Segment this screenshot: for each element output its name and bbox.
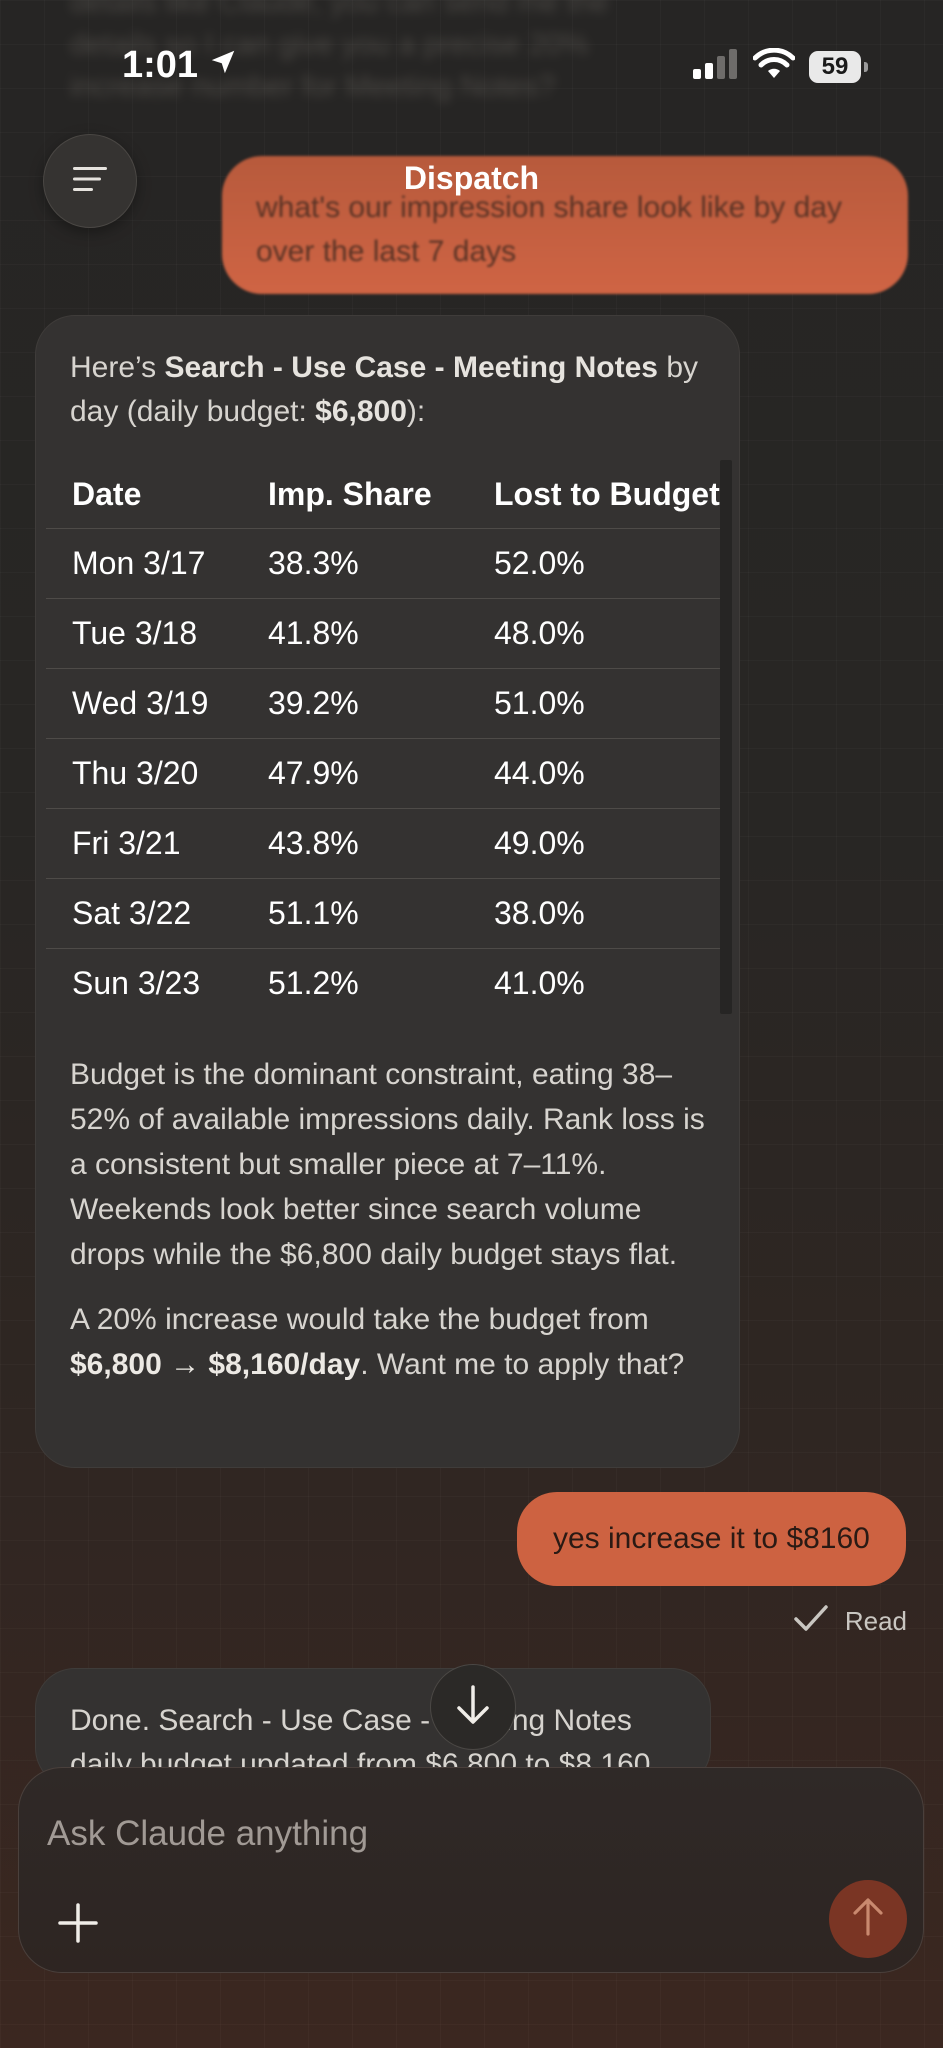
campaign-name: Search - Use Case - Meeting Notes [164,351,658,384]
table-row: Fri 3/21 43.8% 49.0% [46,808,732,879]
cell-date: Fri 3/21 [46,808,242,879]
cell-lost-to-budget: 44.0% [468,738,732,809]
proposal-suffix: . Want me to apply that? [360,1348,685,1381]
table-row: Mon 3/17 38.3% 52.0% [46,528,732,599]
cell-date: Sat 3/22 [46,878,242,949]
impression-share-table-scroll[interactable]: Date Imp. Share Lost to Budget Mon 3/17 … [46,460,732,1018]
intro-prefix: Here’s [70,351,165,384]
cell-date: Mon 3/17 [46,528,242,599]
arrow-up-icon [850,1897,886,1942]
intro-suffix: ): [406,395,426,428]
cell-imp-share: 38.3% [242,528,468,599]
table-row: Wed 3/19 39.2% 51.0% [46,668,732,739]
cell-imp-share: 51.1% [242,878,468,949]
table-row: Thu 3/20 47.9% 44.0% [46,738,732,809]
read-receipt: Read [793,1603,907,1640]
cellular-signal-icon [693,49,739,84]
cell-lost-to-budget: 52.0% [468,528,732,599]
analysis-paragraph: Budget is the dominant constraint, eatin… [70,1058,705,1271]
wifi-icon [752,47,796,85]
cell-lost-to-budget: 38.0% [468,878,732,949]
proposal-paragraph: A 20% increase would take the budget fro… [70,1297,705,1387]
cell-imp-share: 51.2% [268,965,359,1001]
cell-imp-share: 39.2% [242,668,468,739]
assistant-message-card: Here’s Search - Use Case - Meeting Notes… [35,315,740,1468]
location-arrow-icon [208,44,238,87]
message-composer [18,1767,924,1973]
arrow-down-icon [453,1683,493,1732]
scroll-to-bottom-button[interactable] [430,1664,516,1750]
cell-lost-to-budget: 41.0% [494,965,585,1001]
column-header-lost-to-budget: Lost to Budget [468,460,732,529]
page-title: Dispatch [403,160,540,196]
cell-lost-to-budget: 51.0% [468,668,732,739]
send-button[interactable] [829,1880,907,1958]
user-message-text-2: yes increase it to $8160 [553,1522,870,1555]
table-row: Sat 3/22 51.1% 38.0% [46,878,732,949]
table-row: Tue 3/18 41.8% 48.0% [46,598,732,669]
user-message-text: what's our impression share look like by… [256,191,842,268]
read-receipt-label: Read [844,1606,907,1636]
cell-lost-to-budget: 48.0% [468,598,732,669]
message-input[interactable] [45,1808,809,1860]
status-time: 1:01 [122,44,238,87]
table-row: Sun 3/23 51.2% 41.0% [46,949,732,1019]
proposal-prefix: A 20% increase would take the budget fro… [70,1303,649,1336]
daily-budget: $6,800 [315,395,407,428]
user-message-bubble-2: yes increase it to $8160 [517,1492,906,1586]
cell-imp-share: 41.8% [242,598,468,669]
cell-imp-share: 47.9% [242,738,468,809]
impression-share-table: Date Imp. Share Lost to Budget Mon 3/17 … [46,460,732,1018]
cell-date: Thu 3/20 [46,738,242,809]
plus-icon [57,1902,99,1949]
column-header-imp-share: Imp. Share [242,460,468,529]
checkmark-icon [793,1603,829,1640]
proposal-budget-change: $6,800 → $8,160/day [70,1348,361,1381]
cell-date: Wed 3/19 [46,668,242,739]
status-indicators: 59 [693,47,868,85]
cell-lost-to-budget: 49.0% [468,808,732,879]
table-header-row: Date Imp. Share Lost to Budget [46,460,732,529]
column-header-date: Date [46,460,242,529]
assistant-intro: Here’s Search - Use Case - Meeting Notes… [70,346,705,434]
cell-imp-share: 43.8% [242,808,468,879]
cell-date: Sun 3/23 [72,965,201,1001]
battery-indicator: 59 [809,50,868,83]
status-time-text: 1:01 [122,44,199,86]
cell-date: Tue 3/18 [46,598,242,669]
add-attachment-button[interactable] [49,1896,107,1954]
